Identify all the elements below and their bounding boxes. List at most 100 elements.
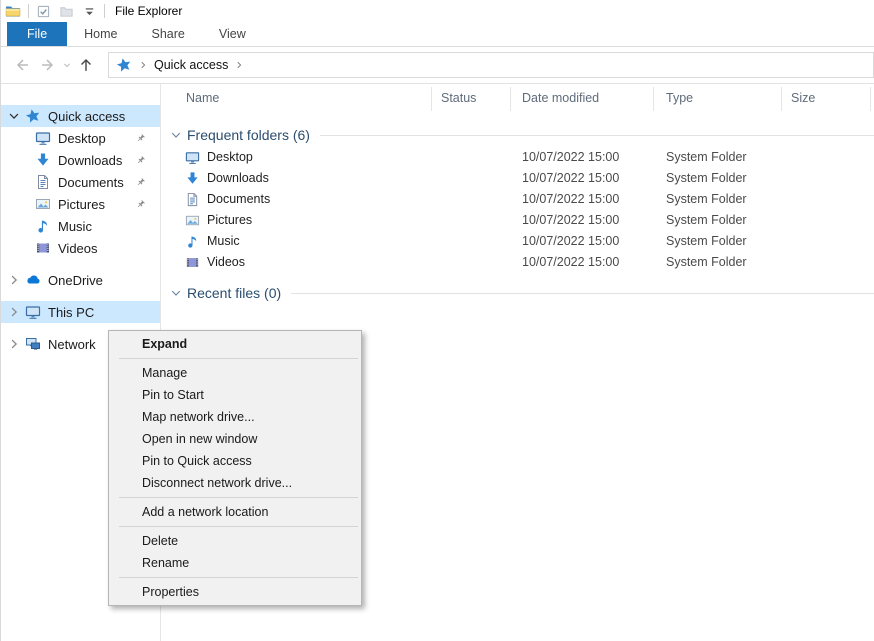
file-date-modified: 10/07/2022 15:00	[522, 255, 619, 269]
properties-check-icon[interactable]	[36, 4, 51, 19]
titlebar-separator	[28, 4, 29, 18]
recent-locations-dropdown[interactable]	[59, 52, 74, 78]
breadcrumb-chevron-icon[interactable]	[138, 60, 148, 70]
column-header-name[interactable]: Name	[186, 91, 219, 105]
menu-item-expand[interactable]: Expand	[109, 333, 361, 355]
explorer-logo-icon[interactable]	[5, 3, 21, 19]
quick-access-star-icon	[116, 57, 132, 73]
menu-item-map-network-drive[interactable]: Map network drive...	[109, 406, 361, 428]
customize-toolbar-dropdown-icon[interactable]	[82, 4, 97, 19]
menu-item-pin-to-quick-access[interactable]: Pin to Quick access	[109, 450, 361, 472]
forward-icon	[38, 56, 56, 74]
group-chevron-icon[interactable]	[170, 129, 182, 141]
column-header-size[interactable]: Size	[791, 91, 815, 105]
menu-item-add-a-network-location[interactable]: Add a network location	[109, 501, 361, 523]
onedrive-icon	[25, 272, 41, 288]
pin-icon	[135, 199, 146, 210]
file-name: Videos	[207, 255, 245, 269]
file-type: System Folder	[666, 171, 747, 185]
tab-home[interactable]: Home	[67, 22, 134, 46]
column-separator[interactable]	[781, 87, 782, 111]
menu-item-disconnect-network-drive[interactable]: Disconnect network drive...	[109, 472, 361, 494]
group-header-frequent-folders-6[interactable]: Frequent folders (6)	[162, 123, 874, 147]
back-icon	[14, 56, 32, 74]
column-headers: Name Status Date modified Type Size	[162, 84, 874, 114]
this-pc-icon	[25, 304, 41, 320]
chevron-right-icon[interactable]	[7, 305, 21, 319]
sidebar-item-music[interactable]: Music	[1, 215, 160, 237]
file-type: System Folder	[666, 255, 747, 269]
menu-separator	[119, 526, 358, 527]
file-row-desktop[interactable]: Desktop10/07/2022 15:00System Folder	[162, 147, 874, 168]
breadcrumb-chevron-icon[interactable]	[234, 60, 244, 70]
file-date-modified: 10/07/2022 15:00	[522, 150, 619, 164]
file-row-music[interactable]: Music10/07/2022 15:00System Folder	[162, 231, 874, 252]
tab-share[interactable]: Share	[135, 22, 202, 46]
chevron-down-icon[interactable]	[7, 109, 21, 123]
navigation-bar: Quick access	[1, 47, 874, 84]
up-button[interactable]	[74, 52, 98, 78]
up-arrow-icon	[77, 56, 95, 74]
column-header-date-modified[interactable]: Date modified	[522, 91, 599, 105]
downloads-icon	[35, 152, 51, 168]
tab-view[interactable]: View	[202, 22, 263, 46]
file-date-modified: 10/07/2022 15:00	[522, 234, 619, 248]
menu-item-delete[interactable]: Delete	[109, 530, 361, 552]
file-name: Documents	[207, 192, 270, 206]
forward-button[interactable]	[35, 52, 59, 78]
sidebar-item-label: Videos	[58, 241, 98, 256]
menu-item-manage[interactable]: Manage	[109, 362, 361, 384]
menu-item-rename[interactable]: Rename	[109, 552, 361, 574]
group-chevron-icon[interactable]	[170, 287, 182, 299]
column-separator[interactable]	[653, 87, 654, 111]
file-row-videos[interactable]: Videos 10/07/2022 15:00 System Folder	[162, 252, 874, 273]
column-header-status[interactable]: Status	[441, 91, 476, 105]
sidebar-item-label: Network	[48, 337, 96, 352]
column-separator[interactable]	[510, 87, 511, 111]
quick-access-toolbar	[36, 4, 97, 19]
sidebar-item-quick-access[interactable]: Quick access	[1, 105, 160, 127]
sidebar-item-downloads[interactable]: Downloads	[1, 149, 160, 171]
file-date-modified: 10/07/2022 15:00	[522, 213, 619, 227]
menu-item-open-in-new-window[interactable]: Open in new window	[109, 428, 361, 450]
chevron-right-icon[interactable]	[7, 273, 21, 287]
sidebar-item-onedrive[interactable]: OneDrive	[1, 269, 160, 291]
file-row-documents[interactable]: Documents10/07/2022 15:00System Folder	[162, 189, 874, 210]
file-row-downloads[interactable]: Downloads10/07/2022 15:00System Folder	[162, 168, 874, 189]
tab-file[interactable]: File	[7, 22, 67, 46]
menu-separator	[119, 577, 358, 578]
chevron-down-icon	[61, 59, 73, 71]
chevron-right-icon[interactable]	[7, 337, 21, 351]
back-button[interactable]	[11, 52, 35, 78]
sidebar-item-label: Downloads	[58, 153, 122, 168]
network-icon	[25, 336, 41, 352]
sidebar-item-videos[interactable]: Videos	[1, 237, 160, 259]
address-bar[interactable]: Quick access	[108, 52, 874, 78]
sidebar-item-label: Quick access	[48, 109, 125, 124]
new-folder-icon[interactable]	[59, 4, 74, 19]
menu-item-pin-to-start[interactable]: Pin to Start	[109, 384, 361, 406]
sidebar-item-documents[interactable]: Documents	[1, 171, 160, 193]
breadcrumb-item[interactable]: Quick access	[154, 58, 228, 72]
file-date-modified: 10/07/2022 15:00	[522, 171, 619, 185]
column-separator[interactable]	[431, 87, 432, 111]
downloads-icon	[185, 171, 200, 186]
menu-item-properties[interactable]: Properties	[109, 581, 361, 603]
sidebar-item-this-pc[interactable]: This PC	[1, 301, 160, 323]
group-header-recent-files-0[interactable]: Recent files (0)	[162, 281, 874, 305]
titlebar-separator	[104, 4, 105, 18]
file-row-pictures[interactable]: Pictures10/07/2022 15:00System Folder	[162, 210, 874, 231]
file-name: Music	[207, 234, 240, 248]
pin-icon	[135, 177, 146, 188]
desktop-icon	[35, 130, 51, 146]
file-name: Pictures	[207, 213, 252, 227]
sidebar-item-pictures[interactable]: Pictures	[1, 193, 160, 215]
file-type: System Folder	[666, 192, 747, 206]
file-explorer-window: File Explorer FileHomeShareView Quick ac…	[0, 0, 874, 641]
column-separator[interactable]	[870, 87, 871, 111]
window-title: File Explorer	[115, 4, 182, 18]
ribbon-tabs: FileHomeShareView	[1, 22, 874, 47]
menu-separator	[119, 497, 358, 498]
sidebar-item-desktop[interactable]: Desktop	[1, 127, 160, 149]
column-header-type[interactable]: Type	[666, 91, 693, 105]
